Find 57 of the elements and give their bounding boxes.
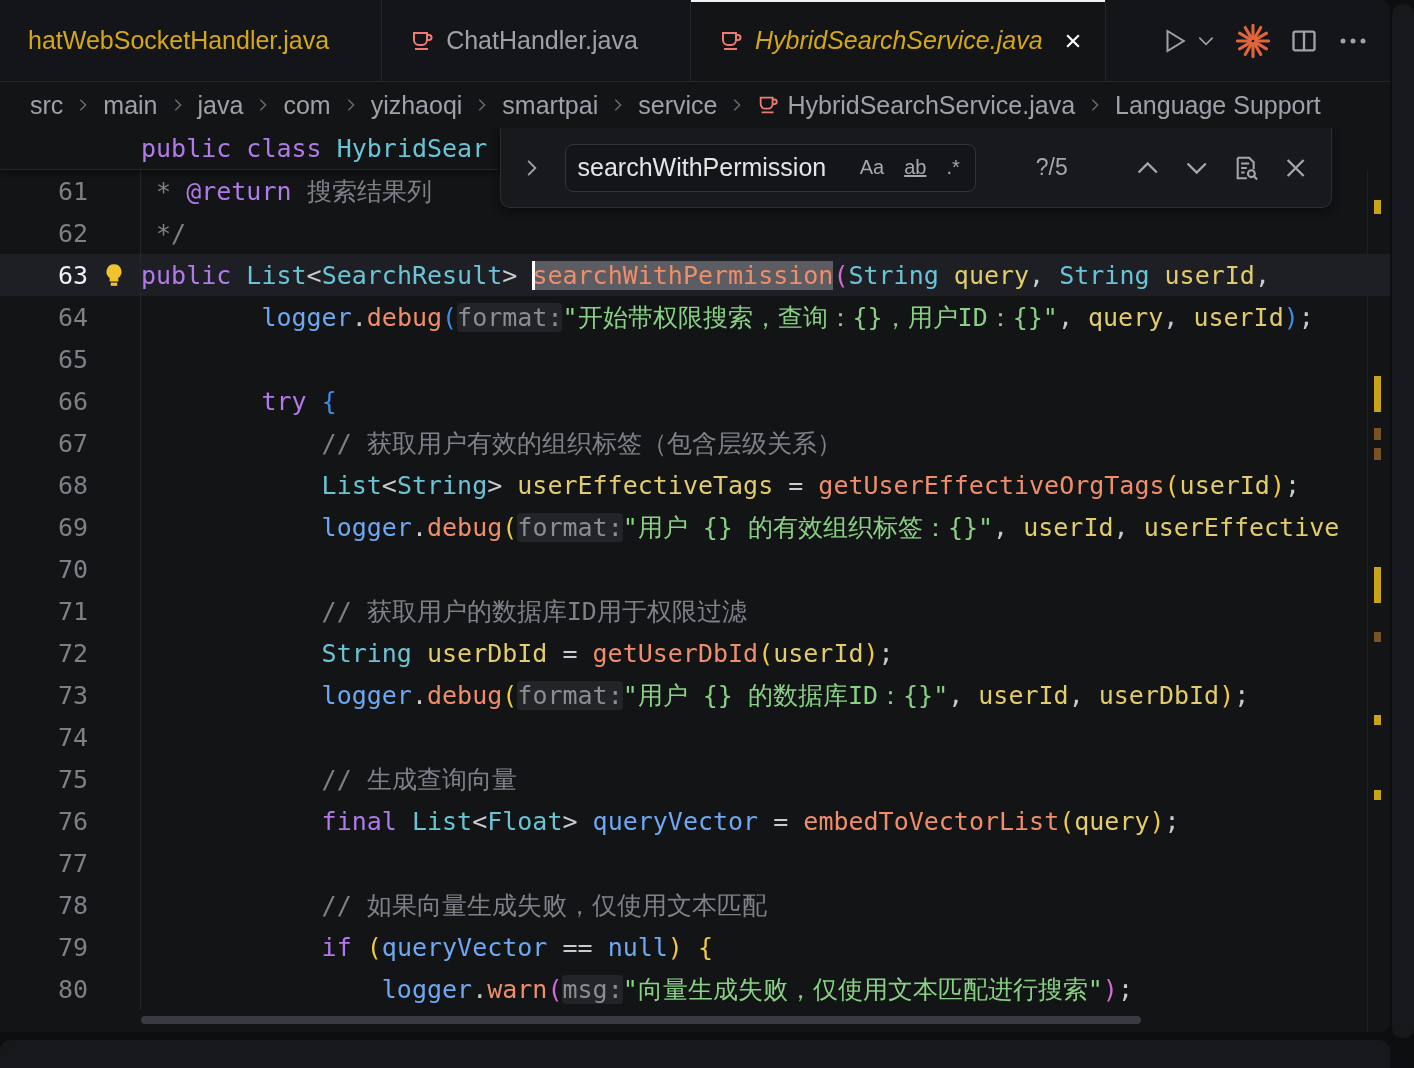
- line-number: 75: [56, 764, 88, 794]
- code-line: * @return 搜索结果列: [155, 175, 432, 208]
- breadcrumb-item[interactable]: service: [638, 90, 718, 120]
- code-line: try {: [260, 386, 337, 416]
- line-number: 61: [56, 176, 88, 206]
- code-line: // 获取用户的数据库ID用于权限过滤: [320, 595, 747, 628]
- line-number: 71: [56, 596, 88, 626]
- line-number: 64: [56, 302, 88, 332]
- editor-tab[interactable]: hatWebSocketHandler.java: [0, 0, 383, 81]
- code-line: public List<SearchResult> searchWithPermission(String query, String userId,: [141, 260, 1270, 290]
- line-number: 68: [56, 470, 88, 500]
- breadcrumb-item[interactable]: com: [283, 90, 331, 120]
- find-option-toggle[interactable]: ab: [901, 154, 930, 181]
- breadcrumb-item[interactable]: Language Support: [1115, 90, 1321, 120]
- code-line: if (queryVector == null) {: [320, 932, 713, 962]
- line-number: 77: [56, 848, 88, 878]
- breadcrumb-item[interactable]: smartpai: [502, 90, 599, 120]
- line-number: 66: [56, 386, 88, 416]
- code-line: logger.warn(msg:"向量生成失败，仅使用文本匹配进行搜索");: [380, 973, 1133, 1006]
- code-line: List<String> userEffectiveTags = getUserEffectiveOrgTags(userId);: [320, 470, 1301, 500]
- line-number: 62: [56, 218, 88, 248]
- starburst-icon[interactable]: [1236, 23, 1270, 58]
- code-line: // 获取用户有效的组织标签（包含层级关系）: [320, 427, 842, 460]
- code-line: // 如果向量生成失败，仅使用文本匹配: [320, 889, 767, 922]
- find-input-field[interactable]: searchWithPermission Aa ab .*: [564, 143, 976, 192]
- line-number: 70: [56, 554, 88, 584]
- find-option-toggle[interactable]: .*: [943, 154, 963, 181]
- code-line: logger.debug(format:"开始带权限搜索，查询：{}，用户ID：{}", query, userId);: [260, 301, 1314, 334]
- code-line: String userDbId = getUserDbId(userId);: [320, 638, 894, 668]
- breadcrumb-item[interactable]: java: [197, 90, 244, 120]
- match-count: ?/5: [1035, 154, 1069, 181]
- code-line: // 生成查询向量: [320, 763, 517, 796]
- line-number: 79: [56, 932, 88, 962]
- line-number: 65: [56, 344, 88, 374]
- editor-tab[interactable]: HybridSearchService.java: [690, 0, 1106, 81]
- line-number: 73: [56, 680, 88, 710]
- breadcrumb-item[interactable]: src: [30, 90, 64, 120]
- line-number: 74: [56, 722, 88, 752]
- code-line: logger.debug(format:"用户 {} 的数据库ID：{}", userId, userDbId);: [320, 679, 1250, 712]
- line-number: 69: [56, 512, 88, 542]
- editor-tab[interactable]: ChatHandler.java: [382, 0, 691, 81]
- code-line: */: [155, 218, 187, 248]
- breadcrumb-item[interactable]: yizhaoqi: [370, 90, 463, 120]
- line-number: 76: [56, 806, 88, 836]
- sticky-scroll-header[interactable]: public class HybridSear: [0, 128, 498, 170]
- code-line: final List<Float> queryVector = embedToVectorList(query);: [320, 806, 1180, 836]
- breadcrumb-item[interactable]: main: [103, 90, 158, 120]
- line-number: 78: [56, 890, 88, 920]
- cup-icon: [757, 94, 780, 116]
- horizontal-scrollbar[interactable]: [141, 1016, 1141, 1024]
- line-number: 72: [56, 638, 88, 668]
- find-option-toggle[interactable]: Aa: [856, 154, 888, 181]
- breadcrumb-item[interactable]: HybridSearchService.java: [757, 90, 1076, 120]
- line-number: 80: [56, 974, 88, 1004]
- code-line: logger.debug(format:"用户 {} 的有效组织标签：{}", userId, userEffective: [320, 511, 1340, 544]
- line-number: 63: [56, 260, 88, 290]
- line-number: 67: [56, 428, 88, 458]
